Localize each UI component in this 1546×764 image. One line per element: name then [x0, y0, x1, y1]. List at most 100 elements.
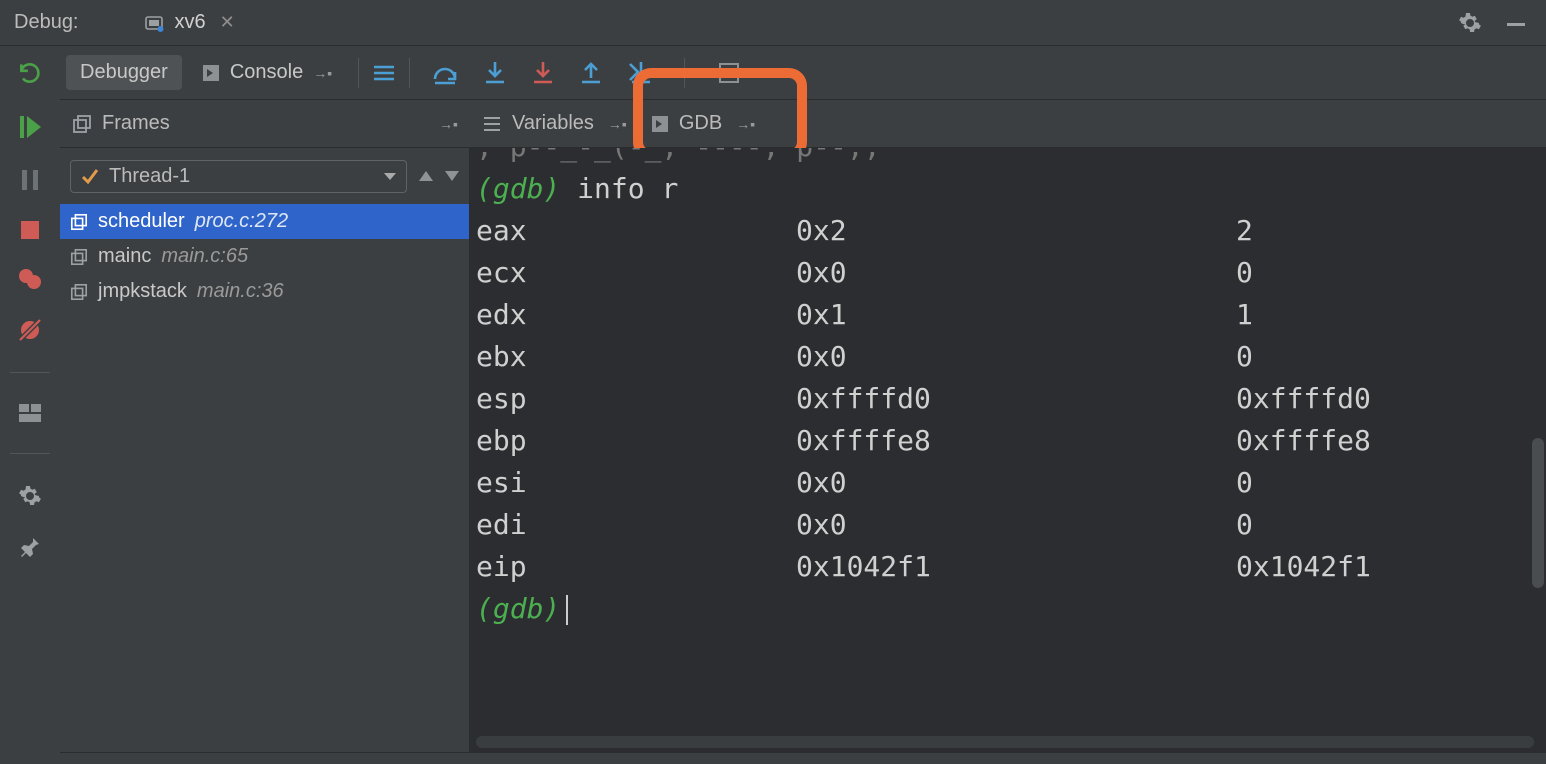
register-line: ecx0x00 — [476, 252, 1530, 294]
app-icon — [143, 12, 165, 34]
frame-item[interactable]: mainc main.c:65 — [60, 239, 469, 274]
variables-icon — [482, 115, 502, 133]
frames-list: scheduler proc.c:272mainc main.c:65jmpks… — [60, 204, 469, 752]
pause-icon[interactable] — [20, 168, 40, 192]
register-hex: 0x1042f1 — [796, 546, 1236, 588]
register-hex: 0x0 — [796, 462, 1236, 504]
console-line: , p--_-_(-_, ----, p--,, — [476, 148, 1530, 168]
gdb-pane-label: GDB — [679, 112, 722, 135]
register-value: 0 — [1236, 504, 1253, 546]
gdb-console[interactable]: , p--_-_(-_, ----, p--,,(gdb) info reax0… — [470, 148, 1546, 752]
frame-name: mainc — [98, 245, 151, 268]
console-tab-label: Console — [230, 61, 303, 84]
console-icon — [202, 64, 220, 82]
register-hex: 0x0 — [796, 504, 1236, 546]
frames-popout-icon[interactable]: →▪ — [439, 116, 458, 132]
force-step-into-icon[interactable] — [532, 60, 554, 86]
frame-icon — [70, 213, 88, 231]
toolbar-separator-2 — [409, 58, 410, 88]
register-line: eax0x22 — [476, 210, 1530, 252]
stop-icon[interactable] — [20, 220, 40, 240]
register-value: 0xffffd0 — [1236, 378, 1371, 420]
toolbar-separator-3 — [684, 58, 685, 88]
gdb-pane-tab[interactable]: GDB →▪ — [639, 100, 767, 147]
console-vertical-scrollbar[interactable] — [1532, 438, 1544, 588]
register-line: ebx0x00 — [476, 336, 1530, 378]
step-over-icon[interactable] — [432, 61, 458, 85]
view-breakpoints-icon[interactable] — [18, 268, 42, 290]
console-popout-icon[interactable]: →▪ — [313, 65, 332, 81]
register-line: esp0xffffd00xffffd0 — [476, 378, 1530, 420]
pin-icon[interactable] — [19, 536, 41, 558]
frame-item[interactable]: jmpkstack main.c:36 — [60, 274, 469, 309]
register-line: ebp0xffffe80xffffe8 — [476, 420, 1530, 462]
variables-popout-icon[interactable]: →▪ — [608, 116, 627, 132]
rerun-icon[interactable] — [17, 60, 43, 86]
register-hex: 0x2 — [796, 210, 1236, 252]
toolbar-separator-1 — [358, 58, 359, 88]
frame-item[interactable]: scheduler proc.c:272 — [60, 204, 469, 239]
register-name: eip — [476, 546, 796, 588]
console-prompt-line[interactable]: (gdb) — [476, 588, 1530, 630]
frames-pane-tab[interactable]: Frames →▪ — [60, 100, 470, 147]
register-value: 0 — [1236, 462, 1253, 504]
frame-location: main.c:36 — [197, 280, 284, 303]
register-name: ebp — [476, 420, 796, 462]
chevron-down-icon — [384, 173, 396, 180]
show-execution-point-icon[interactable] — [371, 63, 397, 83]
frame-name: scheduler — [98, 210, 185, 233]
register-name: edx — [476, 294, 796, 336]
register-value: 0x1042f1 — [1236, 546, 1371, 588]
register-line: esi0x00 — [476, 462, 1530, 504]
register-name: eax — [476, 210, 796, 252]
frame-down-button[interactable] — [445, 171, 459, 181]
step-into-icon[interactable] — [484, 60, 506, 86]
thread-selected-label: Thread-1 — [109, 165, 190, 188]
frame-location: proc.c:272 — [195, 210, 288, 233]
debugger-tab-label: Debugger — [80, 61, 168, 84]
console-line: (gdb) info r — [476, 168, 1530, 210]
register-name: ecx — [476, 252, 796, 294]
debugger-settings-icon[interactable] — [18, 484, 42, 508]
step-out-icon[interactable] — [580, 60, 602, 86]
minimize-icon[interactable] — [1504, 11, 1528, 35]
console-horizontal-scrollbar[interactable] — [476, 736, 1534, 748]
window-title: Debug: — [0, 11, 93, 34]
debugger-tab[interactable]: Debugger — [66, 55, 182, 90]
register-hex: 0xffffe8 — [796, 420, 1236, 462]
register-name: esp — [476, 378, 796, 420]
gdb-icon — [651, 115, 669, 133]
register-value: 1 — [1236, 294, 1253, 336]
run-config-tab[interactable]: xv6 ✕ — [133, 0, 249, 45]
mute-breakpoints-icon[interactable] — [18, 318, 42, 342]
gdb-popout-icon[interactable]: →▪ — [736, 116, 755, 132]
register-value: 0xffffe8 — [1236, 420, 1371, 462]
frame-up-button[interactable] — [419, 171, 433, 181]
rail-separator-2 — [10, 453, 50, 454]
close-tab-button[interactable]: ✕ — [216, 12, 239, 33]
register-hex: 0xffffd0 — [796, 378, 1236, 420]
layout-icon[interactable] — [18, 403, 42, 423]
register-line: eip0x1042f10x1042f1 — [476, 546, 1530, 588]
thread-selector[interactable]: Thread-1 — [70, 160, 407, 193]
frame-location: main.c:65 — [161, 245, 248, 268]
rail-separator-1 — [10, 372, 50, 373]
register-line: edx0x11 — [476, 294, 1530, 336]
frame-icon — [70, 283, 88, 301]
evaluate-expression-icon[interactable] — [717, 61, 741, 85]
console-tab[interactable]: Console →▪ — [188, 55, 346, 90]
bottom-strip — [60, 752, 1546, 764]
register-name: edi — [476, 504, 796, 546]
frame-icon — [70, 248, 88, 266]
settings-icon[interactable] — [1458, 11, 1482, 35]
register-value: 2 — [1236, 210, 1253, 252]
variables-pane-tab[interactable]: Variables →▪ — [470, 100, 639, 147]
register-value: 0 — [1236, 252, 1253, 294]
frames-pane-label: Frames — [102, 112, 170, 135]
register-hex: 0x0 — [796, 252, 1236, 294]
register-name: ebx — [476, 336, 796, 378]
run-to-cursor-icon[interactable] — [628, 60, 652, 86]
thread-check-icon — [81, 167, 99, 185]
resume-icon[interactable] — [19, 114, 41, 140]
variables-pane-label: Variables — [512, 112, 594, 135]
